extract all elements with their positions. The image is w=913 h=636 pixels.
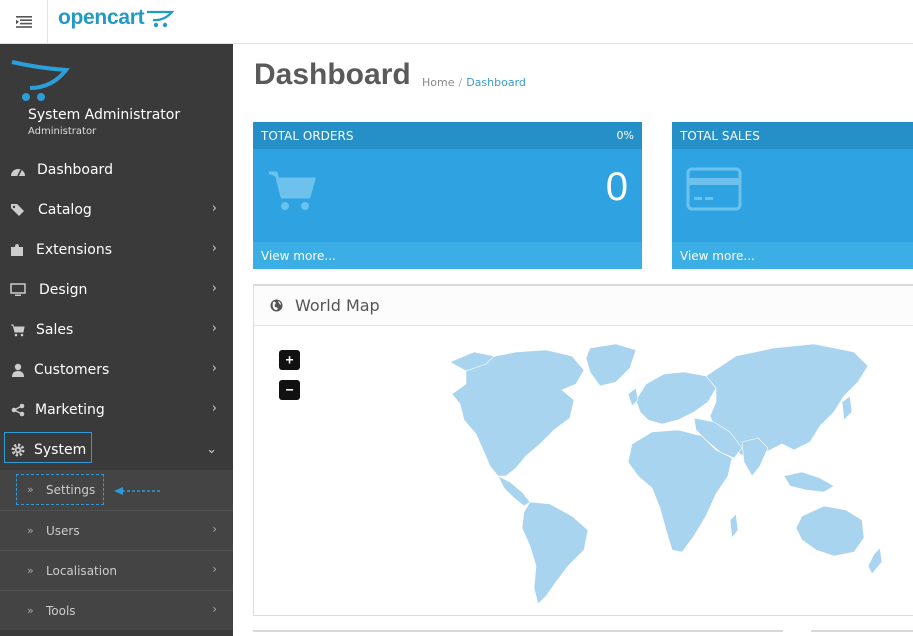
breadcrumb-home[interactable]: Home <box>422 76 454 89</box>
sidebar-item-label: Dashboard <box>37 162 113 178</box>
tile-percent: 0% <box>616 129 634 142</box>
map-region-japan <box>841 395 853 421</box>
tile-body <box>672 149 913 242</box>
chevron-right-icon: › <box>212 602 217 616</box>
submenu-item-localisation[interactable]: » Localisation › <box>0 550 233 590</box>
sidebar-item-label: Marketing <box>35 402 105 418</box>
submenu-item-users[interactable]: » Users › <box>0 510 233 550</box>
submenu-item-label: Settings <box>46 483 96 497</box>
panel-title: World Map <box>295 296 380 315</box>
monitor-icon <box>10 283 26 297</box>
menu-toggle-button[interactable] <box>0 0 48 44</box>
system-submenu: » Settings » Users › » Localisation › » … <box>0 470 233 630</box>
tile-footer: View more... <box>672 242 913 269</box>
double-chevron-right-icon: » <box>27 483 34 496</box>
tile-header: TOTAL ORDERS 0% <box>253 122 642 149</box>
submenu-item-settings[interactable]: » Settings <box>0 470 233 510</box>
gear-icon <box>10 443 26 457</box>
view-more-link[interactable]: View more... <box>261 249 336 263</box>
submenu-item-label: Localisation <box>46 564 118 578</box>
map-region-new-zealand <box>867 547 883 575</box>
sidebar-item-label: Extensions <box>36 242 113 258</box>
tile-footer: View more... <box>253 242 642 269</box>
submenu-item-tools[interactable]: » Tools › <box>0 590 233 630</box>
map-region-south-america <box>521 501 589 605</box>
double-chevron-right-icon: » <box>27 524 34 537</box>
sidebar-item-design[interactable]: Design › <box>0 270 233 310</box>
top-header: opencart <box>0 0 913 44</box>
breadcrumb-dashboard[interactable]: Dashboard <box>466 76 526 89</box>
map-region-europe <box>635 371 717 425</box>
tile-body: 0 <box>253 149 642 242</box>
logo-cart-icon <box>147 10 175 28</box>
map-region-greenland <box>585 343 637 387</box>
view-more-link[interactable]: View more... <box>680 249 755 263</box>
double-chevron-right-icon: » <box>27 564 34 577</box>
breadcrumb: Home / Dashboard <box>422 76 526 89</box>
chevron-right-icon: › <box>211 321 217 336</box>
tile-total-sales: TOTAL SALES View more... <box>672 122 913 269</box>
double-chevron-right-icon: » <box>27 604 34 617</box>
sidebar-item-sales[interactable]: Sales › <box>0 310 233 350</box>
profile-cart-logo-icon <box>11 60 70 101</box>
sidebar-item-system[interactable]: System ⌄ <box>0 430 233 470</box>
profile-name: System Administrator <box>28 107 181 123</box>
map-region-india <box>741 437 769 477</box>
chevron-right-icon: › <box>211 201 217 216</box>
next-panel-edge <box>253 630 783 636</box>
submenu-item-label: Tools <box>46 604 76 618</box>
sidebar-item-extensions[interactable]: Extensions › <box>0 230 233 270</box>
sidebar-item-catalog[interactable]: Catalog › <box>0 190 233 230</box>
shopping-cart-icon <box>269 171 316 210</box>
next-panel-edge <box>811 630 913 636</box>
map-region-southeast-asia <box>783 471 835 493</box>
page-title: Dashboard <box>254 58 411 91</box>
sidebar-item-dashboard[interactable]: Dashboard <box>0 150 233 190</box>
profile-role: Administrator <box>28 126 97 137</box>
world-map[interactable] <box>254 326 913 616</box>
puzzle-icon <box>10 243 26 257</box>
cart-icon <box>10 323 26 337</box>
user-profile: System Administrator Administrator <box>0 44 233 150</box>
sidebar-item-label: Catalog <box>38 202 92 218</box>
hamburger-icon <box>15 16 32 28</box>
tile-title: TOTAL SALES <box>680 129 760 143</box>
user-icon <box>10 363 26 377</box>
dashboard-icon <box>10 163 26 177</box>
tags-icon <box>10 203 26 217</box>
panel-header: World Map <box>254 286 913 326</box>
submenu-item-label: Users <box>46 524 80 538</box>
tile-header: TOTAL SALES <box>672 122 913 149</box>
logo-text: opencart <box>58 6 145 29</box>
opencart-logo[interactable]: opencart <box>58 6 175 30</box>
sidebar-item-marketing[interactable]: Marketing › <box>0 390 233 430</box>
sidebar-item-label: System <box>34 442 87 458</box>
chevron-right-icon: › <box>211 361 217 376</box>
map-region-central-america <box>497 475 531 507</box>
sidebar-item-label: Customers <box>34 362 110 378</box>
tile-value: 0 <box>605 165 628 209</box>
main-navigation: Dashboard Catalog › Extensions › Design … <box>0 150 233 630</box>
annotation-arrow-icon <box>114 487 160 495</box>
sidebar-item-label: Sales <box>36 322 74 338</box>
sidebar-item-customers[interactable]: Customers › <box>0 350 233 390</box>
tile-title: TOTAL ORDERS <box>261 129 354 143</box>
chevron-right-icon: › <box>211 241 217 256</box>
globe-icon <box>270 299 283 312</box>
map-region-uk <box>627 387 639 407</box>
credit-card-icon <box>686 167 742 211</box>
map-region-madagascar <box>729 513 739 539</box>
chevron-right-icon: › <box>211 281 217 296</box>
chevron-right-icon: › <box>211 401 217 416</box>
sidebar: System Administrator Administrator Dashb… <box>0 44 233 636</box>
chevron-right-icon: › <box>212 522 217 536</box>
sidebar-item-label: Design <box>39 282 88 298</box>
breadcrumb-separator: / <box>458 76 463 89</box>
share-icon <box>10 403 26 417</box>
map-region-australia <box>795 505 865 557</box>
chevron-right-icon: › <box>212 562 217 576</box>
chevron-down-icon: ⌄ <box>206 442 217 457</box>
world-map-panel: World Map + − <box>253 284 913 616</box>
tile-total-orders: TOTAL ORDERS 0% 0 View more... <box>253 122 642 269</box>
